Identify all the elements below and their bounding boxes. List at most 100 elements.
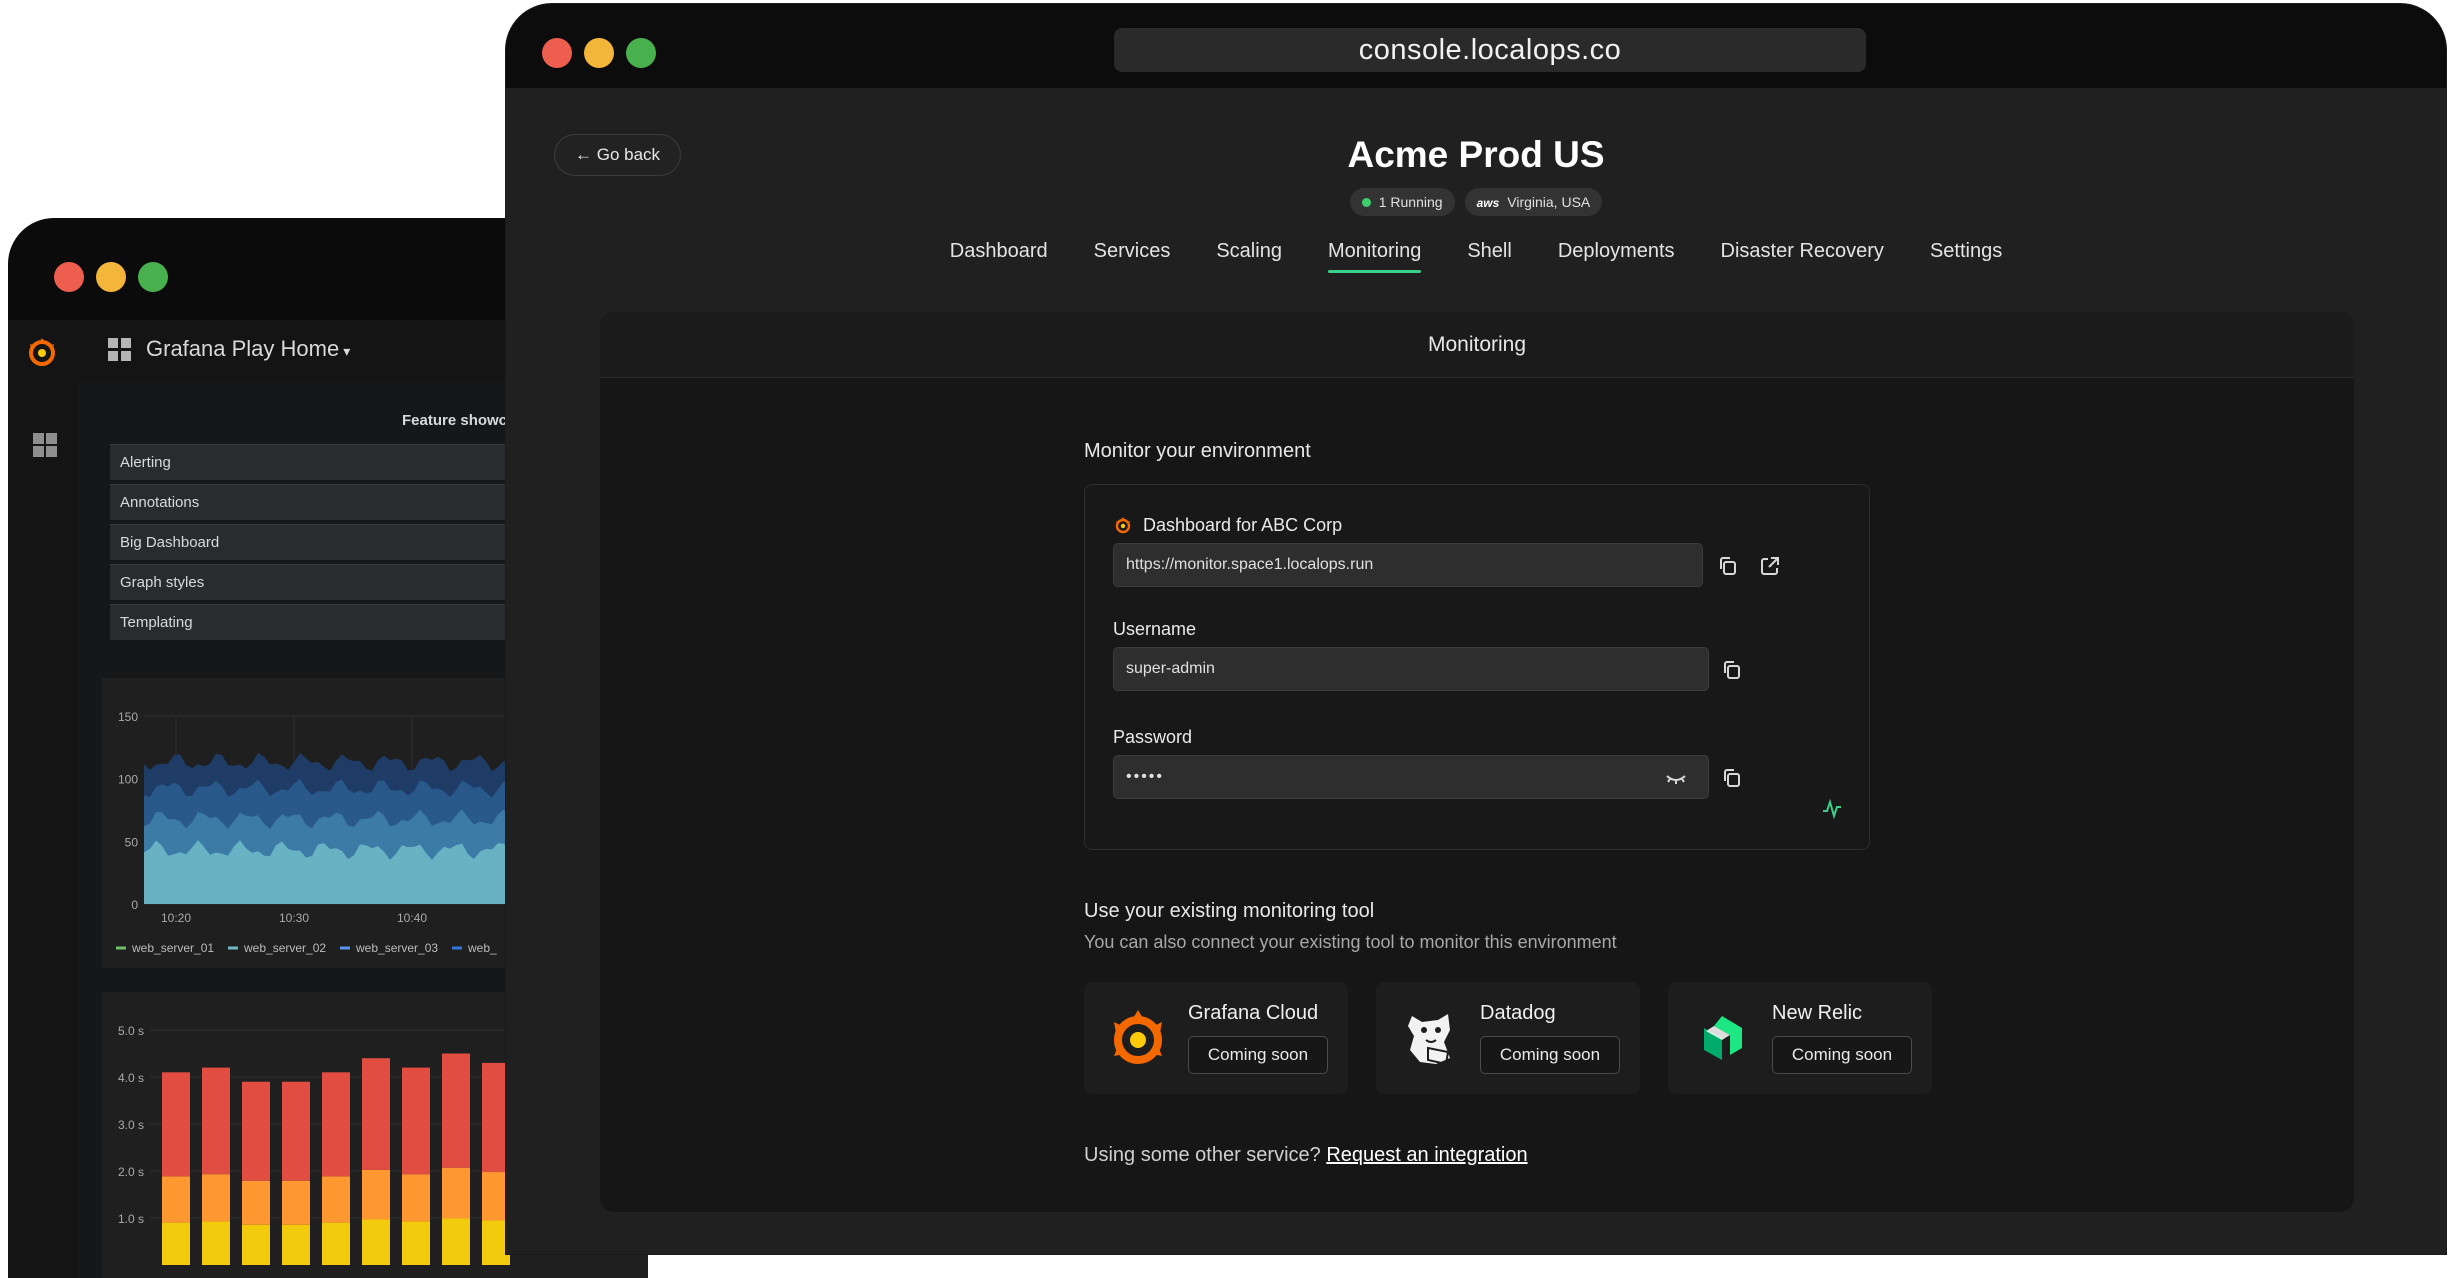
- legend-label: web_server_02: [243, 941, 326, 955]
- maximize-window-button[interactable]: [626, 38, 656, 68]
- tool-card-grafana-cloud: Grafana Cloud Coming soon: [1084, 982, 1348, 1094]
- other-service-text: Using some other service?: [1084, 1144, 1321, 1166]
- existing-tool-heading: Use your existing monitoring tool: [1084, 900, 1375, 922]
- y-tick-label: 4.0 s: [118, 1071, 144, 1085]
- minimize-window-button[interactable]: [584, 38, 614, 68]
- minimize-window-button[interactable]: [96, 262, 126, 292]
- bar-segment: [362, 1058, 390, 1170]
- dashboard-url-field[interactable]: https://monitor.space1.localops.run: [1113, 543, 1703, 587]
- grafana-sidebar: [8, 320, 78, 1278]
- tab-disaster-recovery[interactable]: Disaster Recovery: [1721, 240, 1884, 273]
- bar-segment: [242, 1081, 270, 1181]
- coming-soon-button[interactable]: Coming soon: [1772, 1036, 1912, 1074]
- open-external-icon[interactable]: [1759, 555, 1781, 577]
- show-password-icon[interactable]: [1665, 767, 1687, 789]
- grafana-cloud-logo-icon: [1114, 1010, 1162, 1064]
- bar-segment: [202, 1067, 230, 1175]
- monitor-heading: Monitor your environment: [1084, 440, 1311, 462]
- y-tick-label: 1.0 s: [118, 1212, 144, 1226]
- tab-dashboard[interactable]: Dashboard: [950, 240, 1048, 273]
- grafana-icon: [1115, 517, 1131, 534]
- bar-segment: [202, 1221, 230, 1265]
- feature-showcase-heading: Feature showca: [402, 412, 516, 429]
- bar-segment: [242, 1180, 270, 1225]
- request-integration-link[interactable]: Request an integration: [1326, 1144, 1527, 1166]
- bar-segment: [402, 1174, 430, 1222]
- tool-name: New Relic: [1772, 1002, 1863, 1024]
- new-relic-logo-icon: [1704, 1016, 1742, 1060]
- bar-segment: [322, 1072, 350, 1177]
- tab-deployments[interactable]: Deployments: [1558, 240, 1675, 273]
- copy-username-icon[interactable]: [1721, 659, 1743, 681]
- y-tick-label: 100: [118, 773, 138, 787]
- y-tick-label: 0: [131, 898, 138, 912]
- aws-logo-icon: aws: [1476, 196, 1500, 210]
- bar-segment: [322, 1222, 350, 1265]
- bar-segment: [282, 1180, 310, 1225]
- tab-services[interactable]: Services: [1094, 240, 1171, 273]
- tool-name: Datadog: [1480, 1002, 1556, 1024]
- tab-scaling[interactable]: Scaling: [1216, 240, 1282, 273]
- environment-title: Acme Prod US: [1347, 134, 1605, 175]
- tab-settings[interactable]: Settings: [1930, 240, 2002, 273]
- y-tick-label: 2.0 s: [118, 1165, 144, 1179]
- dashboard-title: Grafana Play Home: [146, 336, 340, 361]
- x-tick-label: 10:30: [279, 911, 309, 925]
- datadog-logo-icon: [1408, 1014, 1450, 1066]
- close-window-button[interactable]: [542, 38, 572, 68]
- bar-segment: [162, 1072, 190, 1177]
- copy-password-icon[interactable]: [1721, 767, 1743, 789]
- bar-segment: [442, 1053, 470, 1168]
- bar-segment: [202, 1174, 230, 1222]
- bar-segment: [162, 1176, 190, 1223]
- tab-shell[interactable]: Shell: [1467, 240, 1511, 273]
- coming-soon-button[interactable]: Coming soon: [1188, 1036, 1328, 1074]
- legend-label: web_: [467, 941, 497, 955]
- grafana-logo-icon[interactable]: [24, 334, 60, 370]
- bar-segment: [242, 1224, 270, 1265]
- tab-monitoring[interactable]: Monitoring: [1327, 240, 1422, 273]
- username-field[interactable]: super-admin: [1113, 647, 1709, 691]
- y-tick-label: 3.0 s: [118, 1118, 144, 1132]
- tool-card-datadog: Datadog Coming soon: [1376, 982, 1640, 1094]
- dashboard-grid-icon: [108, 338, 131, 361]
- activity-pulse-icon: [1823, 798, 1841, 819]
- browser-titlebar: console.localops.co: [506, 4, 2446, 88]
- y-tick-label: 5.0 s: [118, 1024, 144, 1038]
- dashboard-picker[interactable]: Grafana Play Home ▾: [146, 336, 350, 362]
- status-text: 1 Running: [1378, 194, 1443, 210]
- environment-badges: 1 Running aws Virginia, USA: [506, 188, 2446, 216]
- maximize-window-button[interactable]: [138, 262, 168, 292]
- region-text: Virginia, USA: [1507, 194, 1591, 210]
- y-tick-label: 150: [118, 710, 138, 724]
- password-field[interactable]: •••••: [1113, 755, 1709, 799]
- username-label: Username: [1113, 619, 1197, 639]
- bar-segment: [402, 1221, 430, 1265]
- tool-name: Grafana Cloud: [1188, 1002, 1319, 1024]
- bar-segment: [362, 1219, 390, 1265]
- x-tick-label: 10:40: [397, 911, 427, 925]
- monitoring-card: Monitoring Monitor your environment Dash…: [600, 312, 2354, 1212]
- bar-segment: [442, 1218, 470, 1265]
- bar-segment: [162, 1222, 190, 1265]
- existing-tool-subtitle: You can also connect your existing tool …: [1084, 932, 1617, 952]
- dashboards-icon[interactable]: [32, 432, 58, 458]
- other-service-prompt: Using some other service? Request an int…: [1084, 1144, 1528, 1167]
- console-window: console.localops.co ← Go back Acme Prod …: [506, 4, 2446, 1254]
- chevron-down-icon: ▾: [343, 343, 351, 359]
- close-window-button[interactable]: [54, 262, 84, 292]
- y-tick-label: 50: [125, 835, 139, 849]
- status-badge: 1 Running: [1349, 188, 1455, 216]
- bar-segment: [282, 1081, 310, 1181]
- address-bar[interactable]: console.localops.co: [1114, 28, 1866, 72]
- coming-soon-button[interactable]: Coming soon: [1480, 1036, 1620, 1074]
- x-tick-label: 10:20: [161, 911, 191, 925]
- copy-url-icon[interactable]: [1717, 555, 1739, 577]
- password-label: Password: [1113, 727, 1193, 747]
- legend-label: web_server_01: [131, 941, 214, 955]
- bar-segment: [322, 1176, 350, 1223]
- card-title: Monitoring: [600, 312, 2354, 378]
- bar-segment: [282, 1224, 310, 1265]
- monitor-credentials-box: Dashboard for ABC Corp https://monitor.s…: [1084, 484, 1870, 850]
- bar-segment: [402, 1067, 430, 1175]
